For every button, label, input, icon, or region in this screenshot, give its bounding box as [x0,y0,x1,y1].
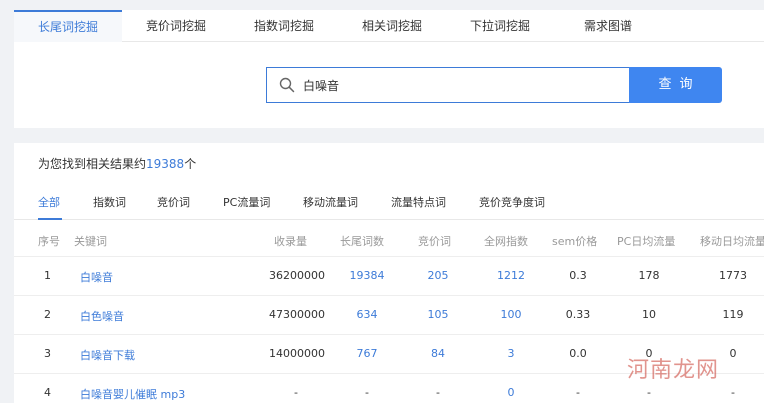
cell-network-index-link[interactable]: 3 [508,347,515,360]
cell-longtail: - [365,386,369,399]
col-header-bidding: 竞价词 [418,235,451,248]
cell-indexed: 14000000 [269,347,325,360]
cell-index: 3 [44,347,51,360]
tab-demand-graph[interactable]: 需求图谱 [554,10,662,42]
top-tab-bar: 长尾词挖掘 竞价词挖掘 指数词挖掘 相关词挖掘 下拉词挖掘 需求图谱 [14,10,764,42]
cell-keyword-link[interactable]: 白噪音 [80,269,113,285]
cell-sem-price: 0.0 [569,347,587,360]
cell-index: 1 [44,269,51,282]
cell-longtail-link[interactable]: 767 [357,347,378,360]
cell-mobile-traffic: 1773 [719,269,747,282]
col-header-network-index: 全网指数 [484,235,528,248]
cell-longtail-link[interactable]: 19384 [350,269,385,282]
cell-indexed: - [294,386,298,399]
filter-tab-competition[interactable]: 竞价竞争度词 [479,194,545,210]
cell-indexed: 36200000 [269,269,325,282]
tab-related[interactable]: 相关词挖掘 [338,10,446,42]
result-suffix: 个 [184,157,197,171]
tab-longtail[interactable]: 长尾词挖掘 [14,10,122,42]
search-icon [279,77,295,93]
col-header-sem-price: sem价格 [552,235,598,248]
cell-sem-price: 0.3 [569,269,587,282]
filter-tab-index[interactable]: 指数词 [93,194,126,210]
filter-tab-traffic-feature[interactable]: 流量特点词 [391,194,446,210]
col-header-pc-traffic: PC日均流量 [617,235,676,248]
cell-network-index-link[interactable]: 1212 [497,269,525,282]
cell-indexed: 47300000 [269,308,325,321]
cell-longtail-link[interactable]: 634 [357,308,378,321]
cell-pc-traffic: - [647,386,651,399]
filter-tab-bidding[interactable]: 竞价词 [157,194,190,210]
cell-keyword-link[interactable]: 白色噪音 [80,308,124,324]
cell-bidding-link[interactable]: 105 [428,308,449,321]
cell-sem-price: - [576,386,580,399]
cell-bidding-link[interactable]: 84 [431,347,445,360]
cell-index: 2 [44,308,51,321]
cell-mobile-traffic: - [731,386,735,399]
watermark: 河南龙网 [627,358,720,383]
col-header-index: 序号 [38,235,60,248]
cell-keyword-link[interactable]: 白噪音婴儿催眠 mp3 [80,386,185,402]
result-count: 19388 [146,157,185,171]
row-divider [14,334,764,335]
search-panel: 长尾词挖掘 竞价词挖掘 指数词挖掘 相关词挖掘 下拉词挖掘 需求图谱 查询 [14,10,764,128]
cell-bidding: - [436,386,440,399]
col-header-mobile-traffic: 移动日均流量 [700,235,764,248]
cell-network-index-link[interactable]: 0 [508,386,515,399]
cell-mobile-traffic: 119 [722,308,744,321]
search-input[interactable] [303,68,623,102]
cell-mobile-traffic: 0 [729,347,737,360]
result-prefix: 为您找到相关结果约 [38,157,147,171]
col-header-keyword: 关键词 [74,235,107,248]
filter-tab-bar: 全部 指数词 竞价词 PC流量词 移动流量词 流量特点词 竞价竞争度词 [14,190,764,220]
col-header-longtail-count: 长尾词数 [340,235,384,248]
search-button[interactable]: 查询 [629,67,722,103]
tab-bidding[interactable]: 竞价词挖掘 [122,10,230,42]
active-tab-indicator [38,218,62,220]
cell-pc-traffic: 178 [638,269,660,282]
cell-network-index-link[interactable]: 100 [501,308,522,321]
cell-pc-traffic: 10 [642,308,656,321]
filter-tab-all[interactable]: 全部 [38,194,60,210]
filter-tab-mobile-traffic[interactable]: 移动流量词 [303,194,358,210]
cell-sem-price: 0.33 [565,308,591,321]
tab-dropdown[interactable]: 下拉词挖掘 [446,10,554,42]
cell-keyword-link[interactable]: 白噪音下载 [80,347,135,363]
row-divider [14,256,764,257]
cell-index: 4 [44,386,51,399]
result-summary: 为您找到相关结果约19388个 [38,155,196,172]
row-divider [14,295,764,296]
filter-tab-pc-traffic[interactable]: PC流量词 [223,194,270,210]
cell-bidding-link[interactable]: 205 [428,269,449,282]
tab-index[interactable]: 指数词挖掘 [230,10,338,42]
col-header-indexed: 收录量 [274,235,307,248]
search-box [266,67,630,103]
